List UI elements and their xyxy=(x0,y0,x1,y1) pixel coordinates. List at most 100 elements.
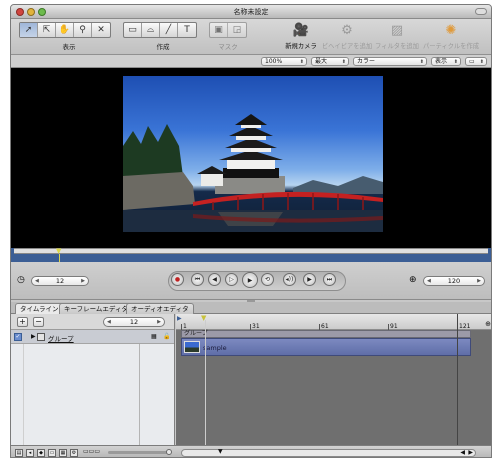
clip-track-bar[interactable]: sample xyxy=(181,338,471,356)
speaker-icon: ◂)) xyxy=(285,276,294,283)
layout-popup[interactable]: ▭ ⬍ xyxy=(465,57,487,66)
step-back-icon: ◀ xyxy=(212,276,217,283)
add-layer-button[interactable]: + xyxy=(17,317,28,327)
lock-icon[interactable]: 🔓 xyxy=(163,333,170,340)
increment-arrow-icon[interactable]: ▶ xyxy=(477,277,481,286)
select-arrow-tool[interactable]: ➚ xyxy=(20,23,38,37)
clip-label: sample xyxy=(203,344,227,352)
ruler-label-1: 1 xyxy=(183,323,187,330)
adjust-item-tool[interactable]: ⇱ xyxy=(38,23,56,37)
play-range-in-icon[interactable]: ▶ xyxy=(177,315,182,322)
resolution-popup[interactable]: 最大 ⬍ xyxy=(311,57,349,66)
bezier-tool[interactable]: ⌓ xyxy=(142,23,160,37)
scroll-right-arrow-icon[interactable]: ▶ xyxy=(468,449,473,456)
show-masks-icon[interactable]: ◆ xyxy=(37,449,45,457)
tab-audio-editor[interactable]: オーディオエディタ xyxy=(126,303,194,314)
remove-layer-button[interactable]: − xyxy=(33,317,44,327)
play-from-start-button[interactable]: ▷ xyxy=(225,273,238,286)
loop-icon: ⟲ xyxy=(264,276,271,283)
layer-row-group[interactable]: ✓ ▶ グループ ▦ 🔓 xyxy=(11,330,174,344)
mask-tools-group: ▣ ◲ xyxy=(209,22,247,38)
add-particle-button[interactable]: ✺ パーティクルを作成 xyxy=(417,23,485,50)
rectangle-tool[interactable]: ▭ xyxy=(124,23,142,37)
view-menu-popup[interactable]: 表示 ⬍ xyxy=(431,57,461,66)
next-frame-button[interactable]: ▶ xyxy=(303,273,316,286)
toolbar-toggle-button[interactable] xyxy=(475,8,487,15)
mask-bezier-tool[interactable]: ◲ xyxy=(228,23,246,37)
castle-photo-drawing xyxy=(123,114,383,232)
rectangle-icon: ▭ xyxy=(128,25,137,35)
playhead-line xyxy=(59,254,60,262)
resolution-value: 最大 xyxy=(315,58,328,65)
decrement-arrow-icon[interactable]: ◀ xyxy=(107,318,111,327)
timeline-zoom-in-icon[interactable]: ⊕ xyxy=(485,320,491,328)
channel-value: カラー xyxy=(357,58,376,65)
create-tools-group: ▭ ⌓ ╱ T xyxy=(123,22,197,38)
zoom-popup[interactable]: 100% ⬍ xyxy=(261,57,307,66)
layers-frame-field[interactable]: ◀ 12 ▶ xyxy=(103,317,165,327)
timeline-zoom-icon[interactable]: ⊕ xyxy=(409,275,417,285)
transform-tool[interactable]: ✕ xyxy=(92,23,110,37)
play-button[interactable]: ▶ xyxy=(242,272,258,288)
create-group-label: 作成 xyxy=(156,43,170,51)
zoom-slider-knob-icon[interactable] xyxy=(166,449,172,455)
channel-popup[interactable]: カラー ⬍ xyxy=(353,57,427,66)
mask-rect-tool[interactable]: ▣ xyxy=(210,23,228,37)
group-track-bar[interactable]: グループ xyxy=(181,330,471,338)
text-tool[interactable]: T xyxy=(178,23,196,37)
increment-arrow-icon[interactable]: ▶ xyxy=(81,277,85,286)
minus-icon: − xyxy=(35,317,42,326)
go-to-end-button[interactable]: ⏭ xyxy=(323,273,336,286)
transport-controls: ◷ ◀ 12 ▶ ● ⏮ ◀ ▷ ▶ ⟲ ◂)) ▶ ⏭ ⊕ ◀ 120 ▶ xyxy=(11,262,491,300)
loop-button[interactable]: ⟲ xyxy=(261,273,274,286)
decrement-arrow-icon[interactable]: ◀ xyxy=(427,277,431,286)
crossed-arrows-icon: ✕ xyxy=(97,25,105,35)
show-keyframes-icon[interactable]: ⚙ xyxy=(70,449,78,457)
pan-tool[interactable]: ✋ xyxy=(56,23,74,37)
play-range-out-line xyxy=(457,314,458,445)
timecode-toggle-icon[interactable]: ◷ xyxy=(17,275,25,285)
timeline-ruler[interactable]: ▶ ▼ 1 31 61 91 121 ⊕ xyxy=(176,314,491,330)
scroll-left-arrow-icon[interactable]: ◀ xyxy=(460,449,465,456)
disclosure-triangle-icon[interactable]: ▶ xyxy=(31,333,36,340)
column-divider xyxy=(23,344,24,445)
go-to-start-button[interactable]: ⏮ xyxy=(191,273,204,286)
playhead-scrubber[interactable]: ▼ xyxy=(11,247,491,262)
scrollbar-playhead-icon: ▼ xyxy=(218,448,223,455)
step-forward-icon: ▶ xyxy=(307,276,312,283)
node-arrow-icon: ⇱ xyxy=(42,25,51,35)
view-group-label: 表示 xyxy=(62,43,76,51)
castle-photo[interactable] xyxy=(123,76,383,232)
show-behaviors-icon[interactable]: ▭ xyxy=(48,449,56,457)
increment-arrow-icon[interactable]: ▶ xyxy=(157,318,161,327)
timeline-horizontal-scrollbar[interactable]: ▼ ◀ ▶ xyxy=(181,448,476,457)
layer-enable-checkbox[interactable]: ✓ xyxy=(14,333,22,341)
timeline-playhead-line xyxy=(205,320,206,445)
zoom-tool[interactable]: ⚲ xyxy=(74,23,92,37)
previous-frame-button[interactable]: ◀ xyxy=(208,273,221,286)
end-frame-field[interactable]: ◀ 120 ▶ xyxy=(423,276,485,286)
audio-button[interactable]: ◂)) xyxy=(283,273,296,286)
show-audio-icon[interactable]: ◂ xyxy=(26,449,34,457)
tab-keyframe-editor[interactable]: キーフレームエディタ xyxy=(59,303,133,314)
current-frame-field[interactable]: ◀ 12 ▶ xyxy=(31,276,89,286)
canvas-area[interactable] xyxy=(11,68,491,248)
canvas-options-bar: 100% ⬍ 最大 ⬍ カラー ⬍ 表示 ⬍ ▭ ⬍ xyxy=(11,55,491,68)
track-height-icon[interactable]: ▭▭▭ xyxy=(83,448,100,455)
show-layers-icon[interactable]: ▤ xyxy=(15,449,23,457)
hand-icon: ✋ xyxy=(58,25,71,35)
pen-tool[interactable]: ╱ xyxy=(160,23,178,37)
layers-header: + − ◀ 12 ▶ xyxy=(11,314,174,330)
motion-window: 名称未設定 ➚ ⇱ ✋ ⚲ ✕ 表示 ▭ ⌓ ╱ T 作成 ▣ ◲ マスク 🎥 … xyxy=(10,4,492,458)
decrement-arrow-icon[interactable]: ◀ xyxy=(35,277,39,286)
ruler-label-121: 121 xyxy=(459,323,471,330)
record-button[interactable]: ● xyxy=(171,273,184,286)
popup-arrow-icon: ⬍ xyxy=(341,59,346,65)
layer-name-label: グループ xyxy=(48,335,74,343)
show-filters-icon[interactable]: ▦ xyxy=(59,449,67,457)
layer-options-icon[interactable]: ▦ xyxy=(151,333,157,340)
tab-timeline[interactable]: タイムライン xyxy=(15,303,64,314)
timeline-footer: ▤ ◂ ◆ ▭ ▦ ⚙ ▭▭▭ ▼ ◀ ▶ xyxy=(11,445,491,457)
timeline-tracks[interactable]: ▶ ▼ 1 31 61 91 121 ⊕ グループ sample xyxy=(176,314,491,445)
zoom-slider[interactable] xyxy=(108,451,168,454)
